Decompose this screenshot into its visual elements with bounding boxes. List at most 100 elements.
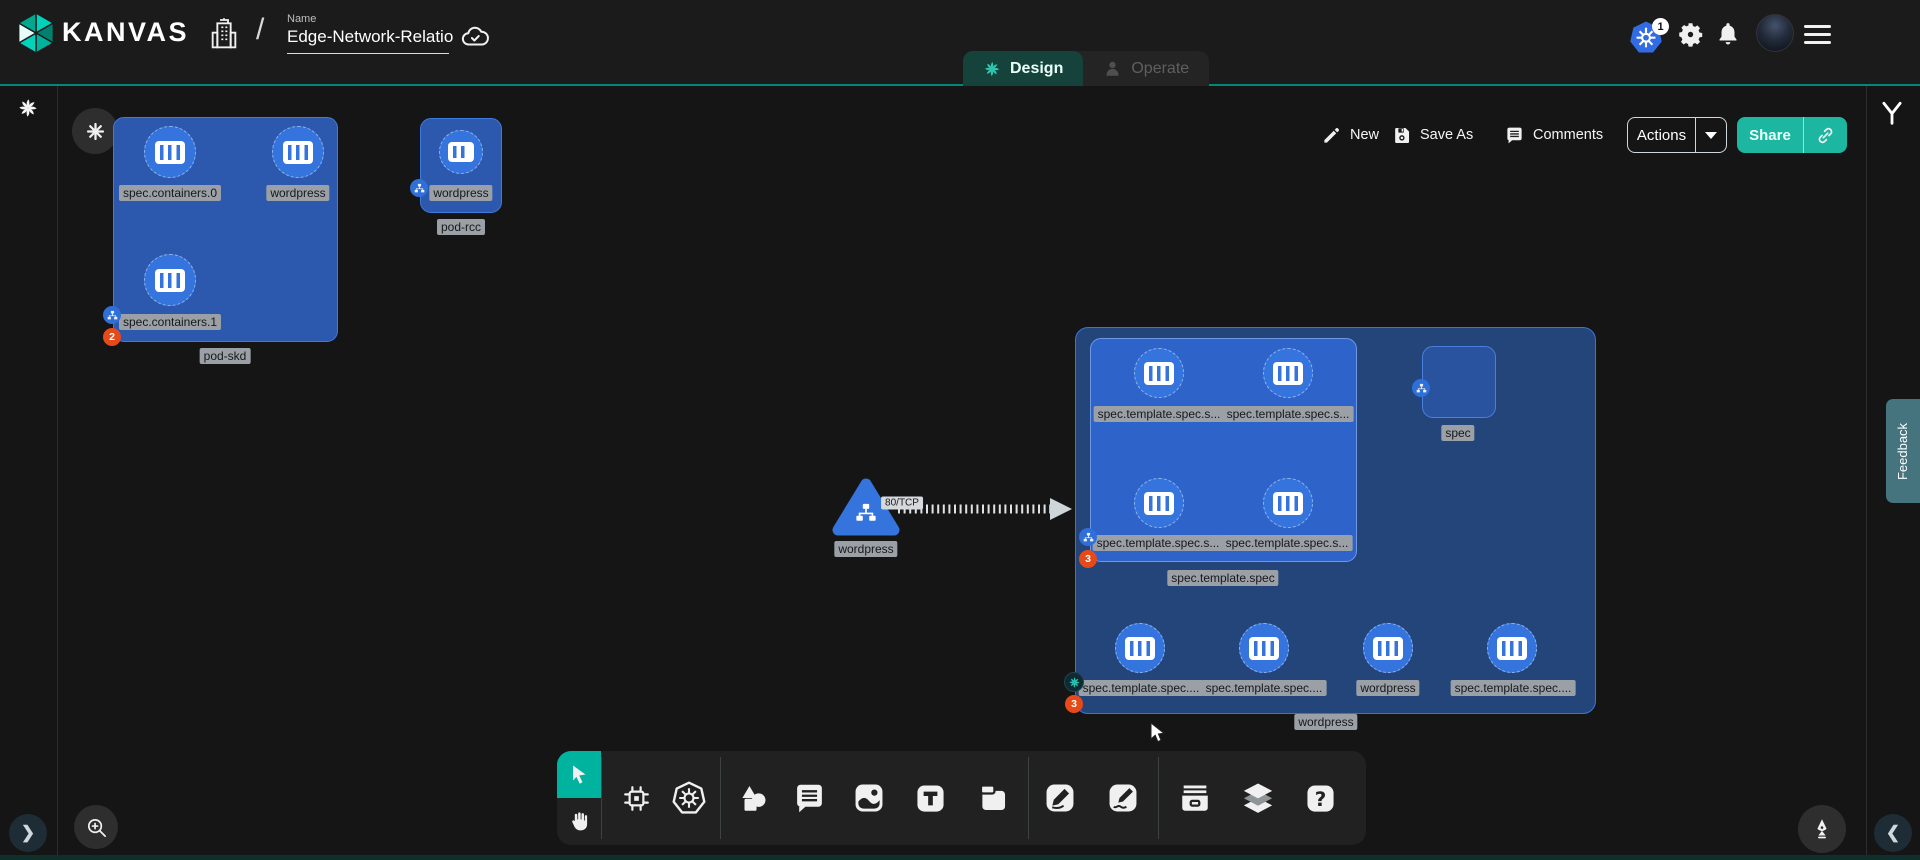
right-rail-divider (1866, 86, 1867, 860)
node-label: spec.template.spec.s... (1093, 535, 1224, 551)
comment-tool-button[interactable] (789, 778, 829, 818)
pan-tool-button[interactable] (557, 798, 601, 845)
share-button[interactable]: Share (1737, 117, 1847, 153)
hamburger-menu-icon[interactable] (1804, 25, 1831, 44)
select-tool-button[interactable] (557, 751, 601, 798)
container-icon (1373, 637, 1403, 660)
container-node[interactable] (1263, 478, 1313, 528)
notifications-bell-icon[interactable] (1715, 21, 1741, 47)
container-icon (1144, 492, 1174, 515)
node-label: spec.template.spec.s... (1222, 535, 1353, 551)
group-label: pod-skd (200, 348, 251, 364)
mode-tabs: Design Operate (963, 51, 1209, 86)
floppy-icon (1392, 126, 1411, 145)
pen-icon (1043, 781, 1077, 815)
group-label: spec.template.spec (1167, 570, 1278, 586)
container-node[interactable] (1487, 623, 1537, 673)
layers-tool-button[interactable] (1238, 778, 1278, 818)
save-as-button[interactable]: Save As (1392, 121, 1473, 149)
note-icon (976, 781, 1010, 815)
node-label: wordpress (834, 541, 897, 557)
relationship-badge[interactable] (1412, 379, 1430, 397)
container-icon (155, 269, 185, 292)
merge-y-icon[interactable] (1879, 100, 1905, 126)
new-pencil-icon (1322, 126, 1341, 145)
container-node[interactable] (1239, 623, 1289, 673)
drawer-tool-button[interactable] (1175, 778, 1215, 818)
container-node[interactable] (1134, 478, 1184, 528)
chevron-down-icon[interactable] (1705, 132, 1717, 139)
help-icon (1304, 782, 1337, 815)
tab-design[interactable]: Design (963, 51, 1083, 86)
zoom-search-button[interactable] (74, 805, 118, 849)
design-name-input[interactable]: Edge-Network-Relatio (287, 27, 449, 54)
sitemap-icon (1416, 383, 1427, 394)
organization-icon[interactable] (208, 16, 240, 52)
pen-tool-button[interactable] (1040, 778, 1080, 818)
node-label: spec.containers.0 (119, 185, 221, 201)
actions-dropdown-button[interactable]: Actions (1627, 117, 1727, 153)
container-node-wordpress[interactable] (272, 126, 324, 178)
canvas-snap-settings-button[interactable] (72, 108, 118, 154)
drawing-pen-button[interactable] (1798, 805, 1846, 853)
container-icon (1497, 637, 1527, 660)
text-tool-button[interactable] (910, 778, 950, 818)
text-icon (914, 782, 947, 815)
cloud-saved-icon (459, 22, 491, 52)
user-avatar[interactable] (1756, 14, 1794, 52)
group-spec-template-spec[interactable] (1090, 338, 1357, 562)
shapes-icon (736, 781, 770, 815)
collapse-right-panel-button[interactable]: ❮ (1874, 814, 1912, 852)
error-count-badge[interactable]: 3 (1065, 695, 1083, 713)
relationship-badge[interactable] (103, 306, 121, 324)
toolbar-divider (601, 757, 602, 839)
layers-icon (1241, 781, 1275, 815)
history-spiral-icon[interactable] (17, 97, 39, 119)
node-label: spec.template.spec.s... (1223, 406, 1354, 422)
pencil-icon (1106, 781, 1140, 815)
chip-icon (620, 782, 653, 815)
container-node[interactable] (1134, 348, 1184, 398)
container-node-wordpress-rcc[interactable] (439, 130, 483, 174)
node-label: wordpress (266, 185, 329, 201)
help-tool-button[interactable] (1300, 778, 1340, 818)
kubernetes-tool-button[interactable] (669, 778, 709, 818)
new-button[interactable]: New (1322, 121, 1379, 149)
node-label: spec.containers.1 (119, 314, 221, 330)
cursor-arrow-icon (567, 763, 591, 787)
kanvas-logo-icon[interactable] (14, 11, 58, 55)
expand-left-panel-button[interactable]: ❯ (9, 814, 47, 852)
spiral-icon (1068, 676, 1081, 689)
container-node-spec-containers-1[interactable] (144, 254, 196, 306)
breadcrumb-separator: / (256, 13, 264, 47)
container-node[interactable] (1263, 348, 1313, 398)
error-count-badge[interactable]: 2 (103, 328, 121, 346)
tab-operate[interactable]: Operate (1083, 51, 1209, 86)
comments-button[interactable]: Comments (1505, 121, 1603, 149)
container-node-spec-containers-0[interactable] (144, 126, 196, 178)
container-icon (1249, 637, 1279, 660)
container-icon (1273, 492, 1303, 515)
share-link-icon[interactable] (1815, 125, 1836, 146)
app-header: KANVAS / Name Edge-Network-Relatio Desig… (0, 0, 1920, 86)
feedback-tab[interactable]: Feedback (1886, 399, 1920, 503)
shapes-tool-button[interactable] (733, 778, 773, 818)
pen-nib-icon (1810, 817, 1834, 841)
components-tool-button[interactable] (616, 778, 656, 818)
container-icon (1273, 362, 1303, 385)
image-tool-button[interactable] (849, 778, 889, 818)
toolbar-divider (1158, 757, 1159, 839)
group-spec[interactable] (1422, 346, 1496, 418)
sketch-tool-button[interactable] (1103, 778, 1143, 818)
relationship-badge[interactable] (410, 179, 428, 197)
design-spiral-icon (983, 60, 1001, 78)
error-count-badge[interactable]: 3 (1079, 550, 1097, 568)
settings-gear-icon[interactable] (1677, 21, 1704, 48)
component-swirl-badge[interactable] (1064, 672, 1084, 692)
container-node[interactable] (1115, 623, 1165, 673)
name-label: Name (287, 13, 449, 25)
container-node[interactable] (1363, 623, 1413, 673)
kubernetes-context-count-badge[interactable]: 1 (1652, 18, 1669, 35)
relationship-badge[interactable] (1079, 528, 1097, 546)
note-tool-button[interactable] (973, 778, 1013, 818)
